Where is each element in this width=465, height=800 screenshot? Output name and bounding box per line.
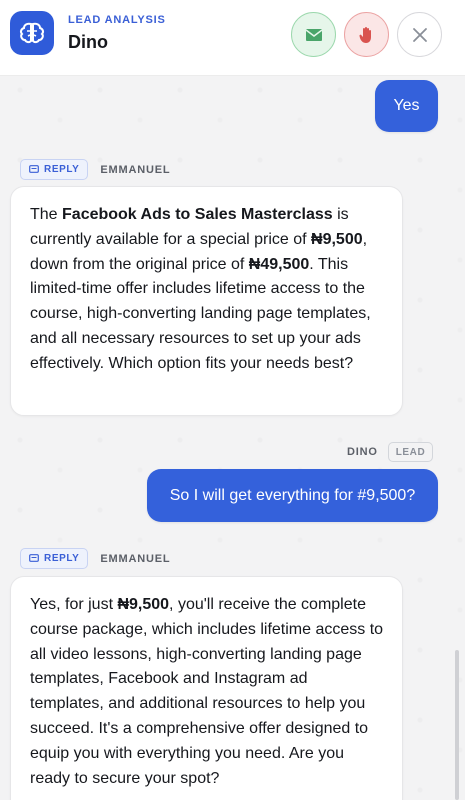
lead-message-bubble: So I will get everything for #9,500?: [147, 469, 438, 522]
brain-icon: [10, 11, 54, 55]
text-segment: Yes, for just: [30, 596, 118, 613]
scrollbar[interactable]: [455, 650, 459, 800]
sender-name: EMMANUEL: [100, 163, 171, 176]
text-segment: The: [30, 206, 63, 223]
message-meta: REPLY EMMANUEL: [20, 159, 170, 180]
chat-header: LEAD ANALYSIS Dino: [0, 0, 465, 76]
agent-message-bubble: The Facebook Ads to Sales Masterclass is…: [10, 186, 403, 416]
reply-tag: REPLY: [20, 548, 89, 569]
sender-name: EMMANUEL: [100, 552, 171, 565]
reply-tag-label: REPLY: [44, 553, 80, 564]
lead-tag: LEAD: [387, 442, 434, 462]
header-subtitle: LEAD ANALYSIS: [68, 14, 166, 26]
close-button[interactable]: [397, 12, 442, 57]
message-text: So I will get everything for #9,500?: [169, 486, 416, 504]
chat-icon: [29, 554, 39, 562]
agent-message-bubble: Yes, for just ₦9,500, you'll receive the…: [10, 576, 403, 800]
message-meta: REPLY EMMANUEL: [20, 548, 170, 569]
message-text: Yes: [393, 97, 420, 114]
stop-button[interactable]: [344, 12, 389, 57]
email-button[interactable]: [291, 12, 336, 57]
envelope-icon: [305, 28, 322, 41]
close-icon: [412, 27, 427, 42]
reply-tag-label: REPLY: [44, 164, 80, 175]
text-segment: , you'll receive the complete course pac…: [30, 596, 384, 787]
text-segment: . This limited-time offer includes lifet…: [30, 255, 371, 372]
page-title: Dino: [68, 32, 108, 52]
message-text: The Facebook Ads to Sales Masterclass is…: [30, 206, 371, 372]
reply-tag: REPLY: [20, 159, 89, 180]
message-meta: DINO LEAD: [347, 442, 434, 462]
message-text: Yes, for just ₦9,500, you'll receive the…: [30, 596, 383, 787]
bold-text: ₦9,500: [117, 596, 170, 613]
bold-text: ₦9,500: [311, 230, 363, 248]
bold-text: Facebook Ads to Sales Masterclass: [62, 206, 333, 223]
chat-icon: [29, 165, 39, 173]
bold-text: ₦49,500: [248, 255, 310, 273]
raised-hand-icon: [358, 26, 371, 43]
sender-name: DINO: [347, 446, 378, 458]
lead-message-bubble: Yes: [375, 80, 438, 132]
